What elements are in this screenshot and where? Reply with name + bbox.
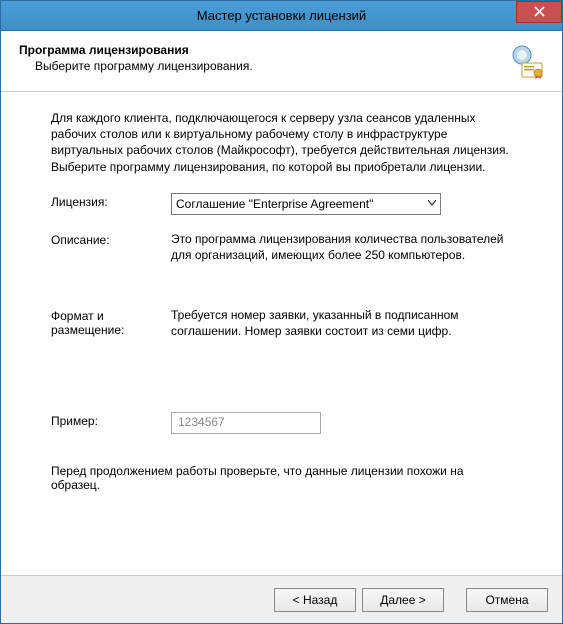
back-button[interactable]: < Назад [274,588,356,612]
chevron-down-icon [428,197,436,211]
titlebar: Мастер установки лицензий [1,1,562,31]
license-select[interactable]: Соглашение "Enterprise Agreement" [171,193,441,215]
header-text: Программа лицензирования Выберите програ… [19,43,500,73]
description-value: Это программа лицензирования количества … [171,231,512,263]
description-label: Описание: [51,231,171,247]
format-row: Формат и размещение: Требуется номер зая… [51,307,512,339]
description-row: Описание: Это программа лицензирования к… [51,231,512,263]
cancel-button[interactable]: Отмена [466,588,548,612]
license-label: Лицензия: [51,193,171,209]
format-label: Формат и размещение: [51,307,171,337]
license-icon [508,43,544,79]
button-bar: < Назад Далее > Отмена [1,575,562,623]
example-label: Пример: [51,412,171,428]
next-button[interactable]: Далее > [362,588,444,612]
example-input: 1234567 [171,412,321,434]
header-subtitle: Выберите программу лицензирования. [19,59,500,73]
format-value: Требуется номер заявки, указанный в подп… [171,307,512,339]
window-title: Мастер установки лицензий [197,8,366,23]
close-icon [534,5,545,20]
intro-text: Для каждого клиента, подключающегося к с… [51,110,512,175]
wizard-content: Для каждого клиента, подключающегося к с… [1,92,562,502]
close-button[interactable] [516,1,562,23]
license-row: Лицензия: Соглашение "Enterprise Agreeme… [51,193,512,215]
example-row: Пример: 1234567 [51,412,512,434]
license-select-value: Соглашение "Enterprise Agreement" [176,196,373,212]
example-value: 1234567 [178,414,225,430]
header-title: Программа лицензирования [19,43,500,57]
wizard-header: Программа лицензирования Выберите програ… [1,31,562,92]
wizard-window: Мастер установки лицензий Программа лице… [0,0,563,624]
verify-text: Перед продолжением работы проверьте, что… [51,464,512,492]
